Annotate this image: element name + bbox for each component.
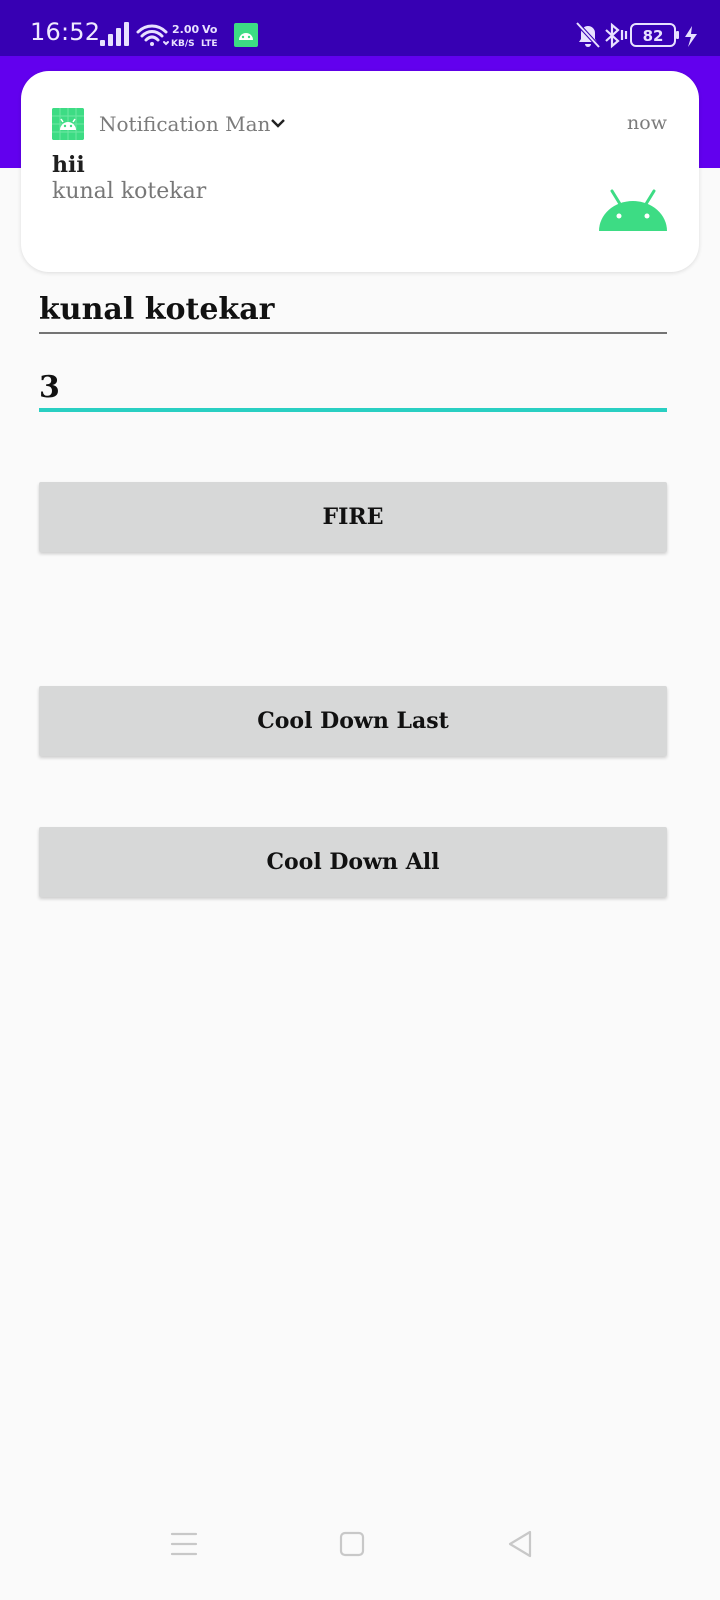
- navigation-bar: [0, 1500, 720, 1600]
- notification-card[interactable]: Notification Man now hii kunal kotekar: [21, 71, 699, 272]
- status-bar: 16:52 2.00 KB/S Vo LTE 82: [0, 0, 720, 56]
- notification-app-name: Notification Man: [99, 112, 271, 136]
- bluetooth-icon: [605, 22, 628, 49]
- back-icon[interactable]: [500, 1524, 540, 1564]
- network-speed-unit: KB/S: [171, 39, 195, 49]
- android-app-icon: [234, 23, 258, 47]
- status-right-icons: 82: [576, 22, 697, 49]
- volte-bottom: LTE: [201, 39, 218, 49]
- count-input[interactable]: 3: [39, 370, 667, 412]
- volte-top: Vo: [202, 23, 218, 36]
- count-input-value: 3: [39, 370, 60, 405]
- notification-title: hii: [52, 152, 85, 178]
- battery-level: 82: [643, 27, 664, 45]
- name-input[interactable]: kunal kotekar: [39, 292, 667, 334]
- notification-text: kunal kotekar: [52, 179, 207, 204]
- notification-app-icon: [52, 108, 84, 140]
- battery-icon: 82: [630, 23, 679, 47]
- charging-icon: [685, 26, 697, 47]
- android-icon: [599, 189, 667, 231]
- cool-down-all-button[interactable]: Cool Down All: [39, 827, 667, 897]
- network-speed-value: 2.00: [172, 23, 199, 36]
- fire-button[interactable]: FIRE: [39, 482, 667, 552]
- mute-icon: [576, 22, 601, 49]
- name-input-value: kunal kotekar: [39, 292, 275, 327]
- cool-down-last-button[interactable]: Cool Down Last: [39, 686, 667, 756]
- menu-icon[interactable]: [164, 1524, 204, 1564]
- chevron-down-icon[interactable]: [268, 113, 288, 133]
- wifi-icon: [136, 24, 169, 46]
- notification-time: now: [627, 112, 667, 134]
- signal-icon: [100, 22, 129, 46]
- status-time: 16:52: [30, 18, 101, 46]
- home-icon[interactable]: [332, 1524, 372, 1564]
- status-left-icons: 2.00 KB/S Vo LTE: [100, 22, 258, 49]
